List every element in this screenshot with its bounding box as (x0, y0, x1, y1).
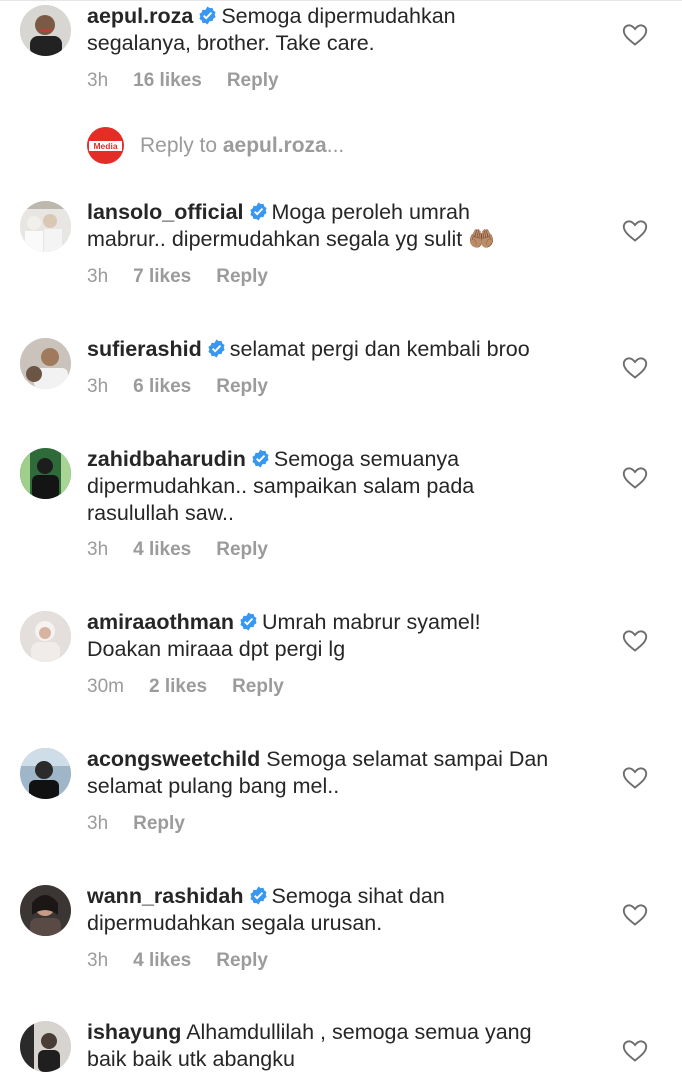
comment-meta: 30m 2 likes Reply (87, 676, 284, 698)
media-logo-text: Media (93, 141, 117, 151)
heart-icon[interactable] (622, 766, 648, 790)
comment-time: 3h (87, 376, 109, 397)
comment-text: acongsweetchild Semoga selamat sampai Da… (87, 746, 597, 800)
comment-body: selamat pergi dan kembali broo (229, 337, 530, 361)
avatar[interactable] (20, 885, 71, 936)
comment-body-line: segalanya, brother. Take care. (87, 31, 375, 55)
avatar[interactable] (20, 448, 71, 499)
comment-meta: 3h 16 likes Reply (87, 70, 279, 92)
comment-meta: 3h Reply (87, 813, 185, 835)
comment-body-line: baik baik utk abangku (87, 1047, 295, 1071)
reply-button[interactable]: Reply (216, 376, 268, 398)
reply-button[interactable]: Reply (232, 676, 284, 698)
reply-to-suffix: ... (326, 134, 345, 157)
comment-body: Semoga selamat sampai Dan (266, 747, 549, 771)
comment-text: amiraaothman Umrah mabrur syamel! Doakan … (87, 609, 597, 663)
reply-to-prefix: Reply to (140, 134, 223, 157)
avatar[interactable] (20, 5, 71, 56)
likes-count[interactable]: 7 likes (133, 266, 191, 288)
comment-text: ishayung Alhamdullilah , semoga semua ya… (87, 1019, 597, 1073)
heart-icon[interactable] (622, 629, 648, 653)
comment-time: 3h (87, 266, 109, 287)
comment-time: 3h (87, 70, 109, 91)
comment-time: 3h (87, 813, 109, 834)
comment-username[interactable]: aepul.roza (87, 4, 193, 28)
comment-body: Semoga semuanya (273, 447, 460, 471)
heart-icon[interactable] (622, 903, 648, 927)
avatar[interactable] (20, 611, 71, 662)
comment-body-line: dipermudahkan.. sampaikan salam pada (87, 474, 475, 498)
comment-meta: 3h 4 likes Reply (87, 950, 268, 972)
avatar[interactable] (20, 748, 71, 799)
comment-time: 3h (87, 950, 109, 971)
top-divider (0, 0, 682, 1)
reply-button[interactable]: Reply (216, 266, 268, 288)
comment-time: 3h (87, 539, 109, 560)
likes-count[interactable]: 4 likes (133, 950, 191, 972)
avatar[interactable] (20, 201, 71, 252)
comment-body: Semoga dipermudahkan (221, 4, 456, 28)
likes-count[interactable]: 6 likes (133, 376, 191, 398)
comment-username[interactable]: wann_rashidah (87, 884, 244, 908)
likes-count[interactable]: 4 likes (133, 539, 191, 561)
comment-username[interactable]: acongsweetchild (87, 747, 260, 771)
comment-meta: 3h 4 likes Reply (87, 539, 268, 561)
comment-body: Umrah mabrur syamel! (261, 610, 481, 634)
verified-badge-icon (207, 339, 226, 358)
comment-text: wann_rashidah Semoga sihat dan dipermudah… (87, 883, 597, 937)
comment-username[interactable]: ishayung (87, 1020, 181, 1044)
likes-count[interactable]: 16 likes (133, 70, 202, 92)
reply-button[interactable]: Reply (133, 813, 185, 835)
reply-to-target: aepul.roza (222, 134, 327, 157)
reply-button[interactable]: Reply (227, 70, 279, 92)
reply-button[interactable]: Reply (216, 539, 268, 561)
heart-icon[interactable] (622, 356, 648, 380)
likes-count[interactable]: 2 likes (149, 676, 207, 698)
heart-icon[interactable] (622, 1039, 648, 1063)
verified-badge-icon (239, 612, 258, 631)
comment-body-line: mabrur.. dipermudahkan segala yg sulit 🤲… (87, 227, 496, 251)
comment-meta: 3h 6 likes Reply (87, 376, 268, 398)
comment-text: aepul.roza Semoga dipermudahkan segalanya… (87, 3, 597, 57)
avatar[interactable] (20, 1021, 71, 1072)
comment-username[interactable]: lansolo_official (87, 200, 244, 224)
comment-body-line: dipermudahkan segala urusan. (87, 911, 383, 935)
comment-text: lansolo_official Moga peroleh umrah mabru… (87, 199, 597, 253)
avatar[interactable] (20, 338, 71, 389)
verified-badge-icon (249, 886, 268, 905)
heart-icon[interactable] (622, 23, 648, 47)
comment-body: Alhamdullilah , semoga semua yang (186, 1020, 532, 1044)
comment-text: sufierashid selamat pergi dan kembali bro… (87, 336, 597, 363)
verified-badge-icon (251, 449, 270, 468)
reply-to-placeholder: Reply to aepul.roza... (140, 134, 344, 158)
comment-body: Moga peroleh umrah (271, 200, 470, 224)
current-user-avatar: Media (87, 127, 124, 164)
verified-badge-icon (198, 6, 217, 25)
comment-meta: 3h 7 likes Reply (87, 266, 268, 288)
comment-username[interactable]: sufierashid (87, 337, 202, 361)
comment-text: zahidbaharudin Semoga semuanya dipermudah… (87, 446, 597, 527)
comment-body-line: selamat pulang bang mel.. (87, 774, 340, 798)
comment-time: 30m (87, 676, 124, 697)
reply-to-input[interactable]: Media Reply to aepul.roza... (87, 127, 487, 167)
comment-body-line: rasulullah saw.. (87, 501, 234, 525)
comment-username[interactable]: zahidbaharudin (87, 447, 246, 471)
verified-badge-icon (249, 202, 268, 221)
heart-icon[interactable] (622, 466, 648, 490)
comment-username[interactable]: amiraaothman (87, 610, 234, 634)
comment-body: Semoga sihat dan (271, 884, 445, 908)
heart-icon[interactable] (622, 219, 648, 243)
reply-button[interactable]: Reply (216, 950, 268, 972)
comment-body-line: Doakan miraaa dpt pergi lg (87, 637, 346, 661)
